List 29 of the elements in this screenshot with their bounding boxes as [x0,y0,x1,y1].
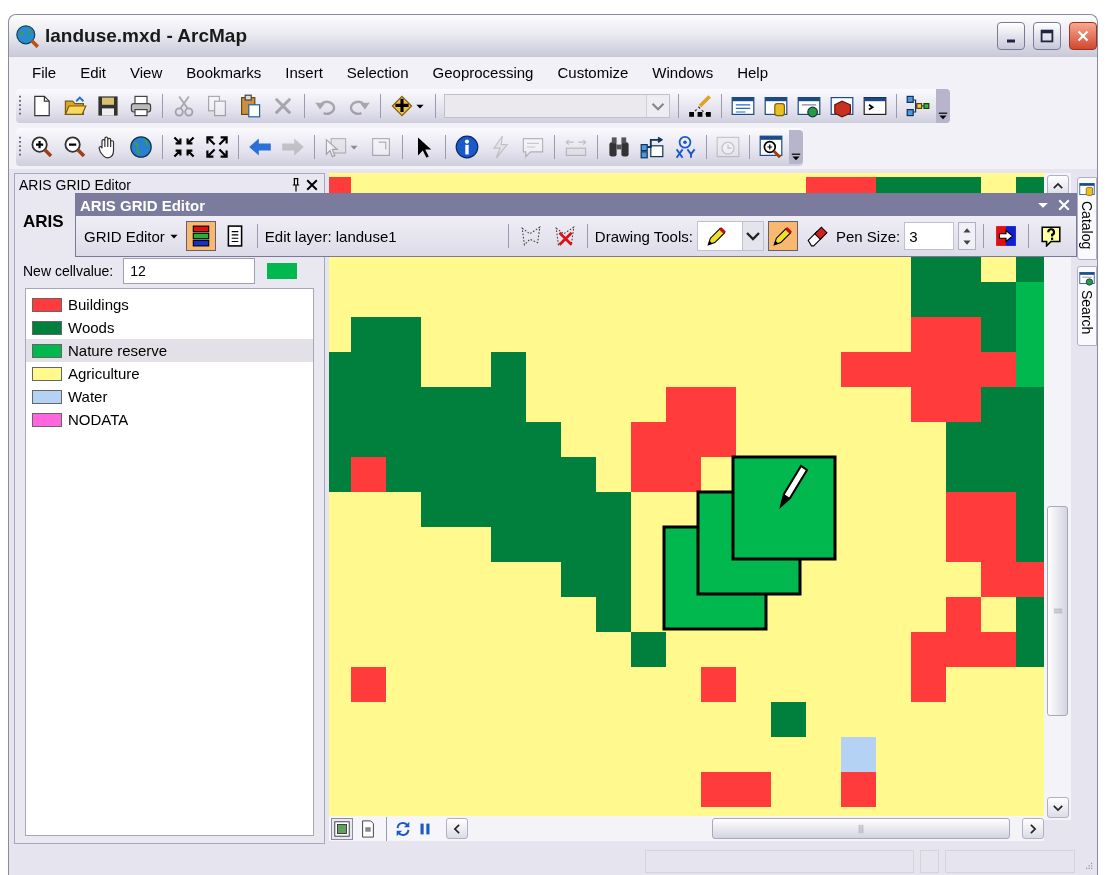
pen-size-field[interactable]: 3 [904,222,955,250]
legend-item[interactable]: Agriculture [26,362,314,385]
cellvalue-label: New cellvalue: [23,263,114,279]
legend-item[interactable]: Woods [26,316,314,339]
toolbar-label: Pen Size: [835,227,901,245]
panel-title: ARIS GRID Editor [19,177,133,193]
menu-item[interactable]: Geoprocessing [423,63,543,81]
menu-item[interactable]: View [121,63,172,81]
menu-item[interactable]: Insert [276,63,332,81]
menu-item[interactable]: Bookmarks [177,63,271,81]
menu-item[interactable]: Windows [643,63,723,81]
legend-item[interactable]: Water [26,385,314,408]
menu-item[interactable]: Selection [337,63,418,81]
toolbar-title: ARIS GRID Editor [80,196,206,214]
legend-item[interactable]: Nature reserve [26,339,314,362]
legend-item[interactable]: NODATA [26,408,314,431]
window-title: landuse.mxd - ArcMap [45,25,248,47]
dock-tab[interactable]: Search [1077,266,1097,346]
toolbar-label: Drawing Tools: [594,227,693,245]
legend-item[interactable]: Buildings [26,293,314,316]
dock-tab[interactable]: Catalog [1077,177,1097,261]
panel-heading: ARIS [23,211,64,233]
cellvalue-field[interactable]: 12 [123,258,256,284]
toolbar-label: Edit layer: landuse1 [264,227,398,245]
menu-item[interactable]: Help [728,63,778,81]
menu-item[interactable]: File [23,63,66,81]
menu-item[interactable]: Customize [548,63,638,81]
menu-item[interactable]: Edit [71,63,116,81]
grid-editor-menu[interactable]: GRID Editor [82,227,182,245]
